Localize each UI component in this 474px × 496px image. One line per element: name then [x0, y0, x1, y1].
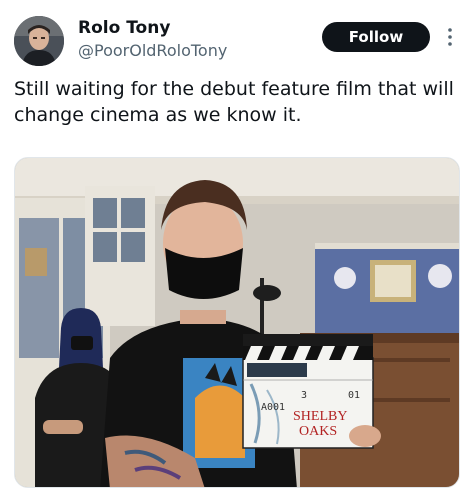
clapperboard-roll: A001 [261, 402, 285, 413]
vertical-ellipsis-icon[interactable] [442, 24, 458, 50]
follow-button[interactable]: Follow [322, 22, 430, 52]
clapperboard-title-line2: OAKS [299, 424, 337, 439]
clapperboard-title-line1: SHELBY [293, 409, 347, 424]
display-name[interactable]: Rolo Tony [78, 18, 170, 38]
tweet-text: Still waiting for the debut feature film… [14, 78, 454, 126]
clapperboard-take: 01 [348, 390, 360, 401]
avatar-image [14, 16, 64, 66]
tweet-card: Rolo Tony @PoorOldRoloTony Follow Still … [0, 0, 474, 496]
avatar[interactable] [14, 16, 64, 66]
tweet-photo[interactable]: A001 3 01 SHELBY OAKS [14, 157, 460, 488]
photo-scene: A001 3 01 SHELBY OAKS [15, 158, 459, 487]
tweet-header: Rolo Tony @PoorOldRoloTony Follow [14, 14, 460, 68]
clapperboard-scene: 3 [301, 390, 307, 401]
user-handle[interactable]: @PoorOldRoloTony [78, 41, 227, 60]
